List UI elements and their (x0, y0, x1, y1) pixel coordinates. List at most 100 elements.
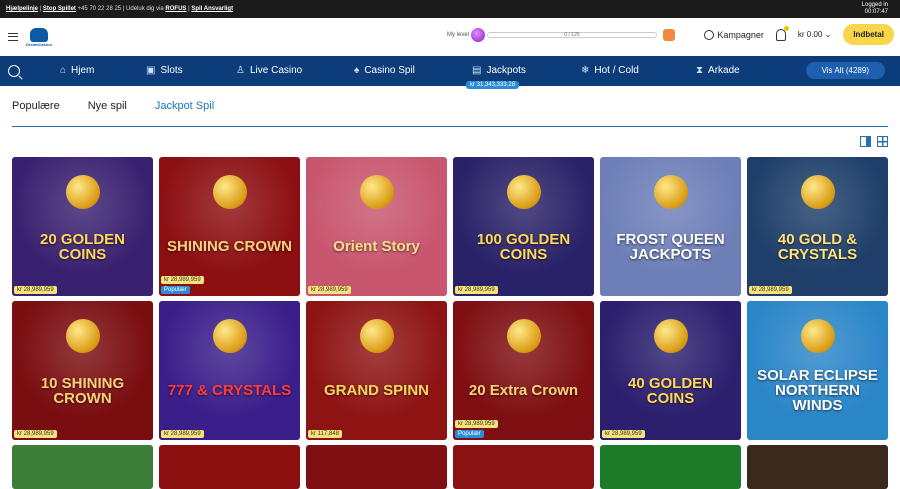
slots-icon: ▣ (146, 65, 156, 76)
game-card[interactable] (12, 445, 153, 489)
logo-text: DreamCasino (26, 41, 52, 47)
game-card[interactable]: 10 SHINING CROWN kr 28,989,959 (12, 301, 153, 440)
game-card[interactable]: SHINING CROWN Populær kr 28,989,959 (159, 157, 300, 296)
nav-item-hot-cold[interactable]: ❄ Hot / Cold (581, 65, 639, 76)
responsible-gaming-link[interactable]: Spil Ansvarligt (191, 6, 233, 12)
arcade-icon: ⧗ (696, 65, 704, 76)
nav-label: Arkade (708, 65, 740, 76)
nav-item-live-casino[interactable]: ♙ Live Casino (236, 65, 302, 76)
game-title: 777 & CRYSTALS (167, 382, 292, 399)
exclude-text: Udeluk dig via (126, 6, 164, 12)
nav-label: Hjem (71, 65, 95, 76)
progress-text: 0 / 125 (564, 32, 580, 38)
level-label: My level (447, 32, 470, 38)
notification-bell-icon[interactable] (775, 25, 789, 41)
game-card[interactable]: 20 GOLDEN COINS kr 28,989,959 (12, 157, 153, 296)
popular-badge: Populær (455, 430, 484, 438)
nav-label: Casino Spil (364, 65, 415, 76)
phone-number: +45 70 22 28 25 (77, 6, 122, 12)
nav-item-jackpots[interactable]: ▤ Jackpots (472, 65, 526, 76)
tab-nye-spil[interactable]: Nye spil (88, 100, 127, 112)
list-view-icon[interactable] (860, 136, 871, 147)
game-title: FROST QUEEN JACKPOTS (616, 230, 725, 263)
jackpots-icon: ▤ (472, 65, 482, 76)
header-actions: Kampagner kr 0.00 ⌄ Indbetal (704, 24, 894, 45)
game-card[interactable]: Orient Story kr 28,989,959 (306, 157, 447, 296)
game-card[interactable] (306, 445, 447, 489)
rofus-link[interactable]: ROFUS (165, 6, 186, 12)
grid-view-icon[interactable] (877, 136, 888, 147)
game-card[interactable]: 40 GOLDEN COINS kr 28,989,959 (600, 301, 741, 440)
game-card[interactable]: 20 Extra Crown Populær kr 28,989,959 (453, 301, 594, 440)
level-progress: My level 0 / 125 (447, 28, 676, 42)
nav-item-hjem[interactable]: ⌂ Hjem (60, 65, 94, 76)
game-art-icon (360, 319, 394, 353)
game-title: 10 SHINING CROWN (40, 374, 125, 407)
level-gem-icon (471, 28, 486, 42)
jackpot-amount-tag: kr 28,989,959 (14, 430, 57, 438)
game-title: 100 GOLDEN COINS (476, 230, 571, 263)
game-art-icon (213, 319, 247, 353)
game-grid: 20 GOLDEN COINS kr 28,989,959 SHINING CROW… (12, 157, 888, 489)
game-card[interactable] (453, 445, 594, 489)
game-art-icon (507, 319, 541, 353)
jackpot-amount-tag: kr 28,989,959 (161, 430, 204, 438)
view-toggle (860, 136, 888, 147)
game-card[interactable]: SOLAR ECLIPSE NORTHERN WINDS (747, 301, 888, 440)
level-progress-bar: 0 / 125 (487, 32, 658, 38)
game-card[interactable]: GRAND SPINN kr 117,848 (306, 301, 447, 440)
jackpot-amount-tag: kr 117,848 (308, 430, 342, 438)
tabs-divider (12, 126, 888, 127)
helpline-link[interactable]: Hjælpelinje (6, 6, 38, 12)
game-art-icon (66, 319, 100, 353)
reward-chest-icon[interactable] (663, 29, 676, 41)
jackpot-amount-tag: kr 28,989,959 (14, 286, 57, 294)
see-all-button[interactable]: Vis Alt (4289) (805, 62, 885, 79)
deposit-button[interactable]: Indbetal (843, 24, 894, 45)
game-title: 40 GOLD & CRYSTALS (777, 230, 858, 263)
tab-populaere[interactable]: Populære (12, 100, 60, 112)
jackpot-amount-tag: kr 28,989,959 (602, 430, 645, 438)
session-info: Logged in 00:07:47 (862, 2, 888, 16)
game-art-icon (507, 175, 541, 209)
game-tabs: Populære Nye spil Jackpot Spil (12, 100, 214, 112)
game-card[interactable]: 777 & CRYSTALS kr 28,989,959 (159, 301, 300, 440)
jackpot-amount-tag: kr 28,989,959 (308, 286, 351, 294)
game-card[interactable] (747, 445, 888, 489)
game-card[interactable]: FROST QUEEN JACKPOTS (600, 157, 741, 296)
logo-mark (30, 27, 48, 42)
game-card[interactable]: 100 GOLDEN COINS kr 28,989,959 (453, 157, 594, 296)
jackpot-amount-tag: kr 28,989,959 (455, 420, 498, 428)
game-card[interactable] (600, 445, 741, 489)
game-art-icon (654, 319, 688, 353)
live-casino-icon: ♙ (236, 65, 245, 76)
game-card[interactable]: 40 GOLD & CRYSTALS kr 28,989,959 (747, 157, 888, 296)
menu-icon[interactable] (8, 33, 18, 41)
nav-item-arkade[interactable]: ⧗ Arkade (696, 65, 740, 76)
logged-in-label: Logged in (861, 2, 888, 8)
search-icon[interactable] (8, 65, 20, 77)
game-title: SOLAR ECLIPSE NORTHERN WINDS (757, 367, 878, 414)
campaigns-link[interactable]: Kampagner (704, 29, 764, 40)
nav-item-casino-spil[interactable]: ♠ Casino Spil (354, 65, 415, 76)
site-logo[interactable]: DreamCasino (26, 24, 52, 50)
game-card[interactable] (159, 445, 300, 489)
stop-game-link[interactable]: Stop Spillet (43, 6, 76, 12)
balance-value: kr 0.00 (797, 30, 823, 39)
balance-dropdown[interactable]: kr 0.00 ⌄ (798, 30, 831, 39)
tab-jackpot-spil[interactable]: Jackpot Spil (155, 100, 214, 112)
game-art-icon (66, 175, 100, 209)
main-header: DreamCasino My level 0 / 125 Kampagner k… (0, 18, 900, 56)
game-title: GRAND SPINN (323, 382, 429, 399)
nav-item-slots[interactable]: ▣ Slots (146, 65, 183, 76)
game-art-icon (213, 175, 247, 209)
nav-label: Slots (160, 65, 183, 76)
game-art-icon (801, 175, 835, 209)
nav-label: Hot / Cold (594, 65, 639, 76)
game-title: 20 GOLDEN COINS (39, 230, 126, 263)
jackpot-amount-tag: kr 28,989,959 (749, 286, 792, 294)
game-art-icon (654, 175, 688, 209)
popular-badge: Populær (161, 286, 190, 294)
category-nav: ⌂ Hjem ▣ Slots ♙ Live Casino ♠ Casino Sp… (0, 56, 900, 89)
campaigns-icon (704, 29, 715, 40)
